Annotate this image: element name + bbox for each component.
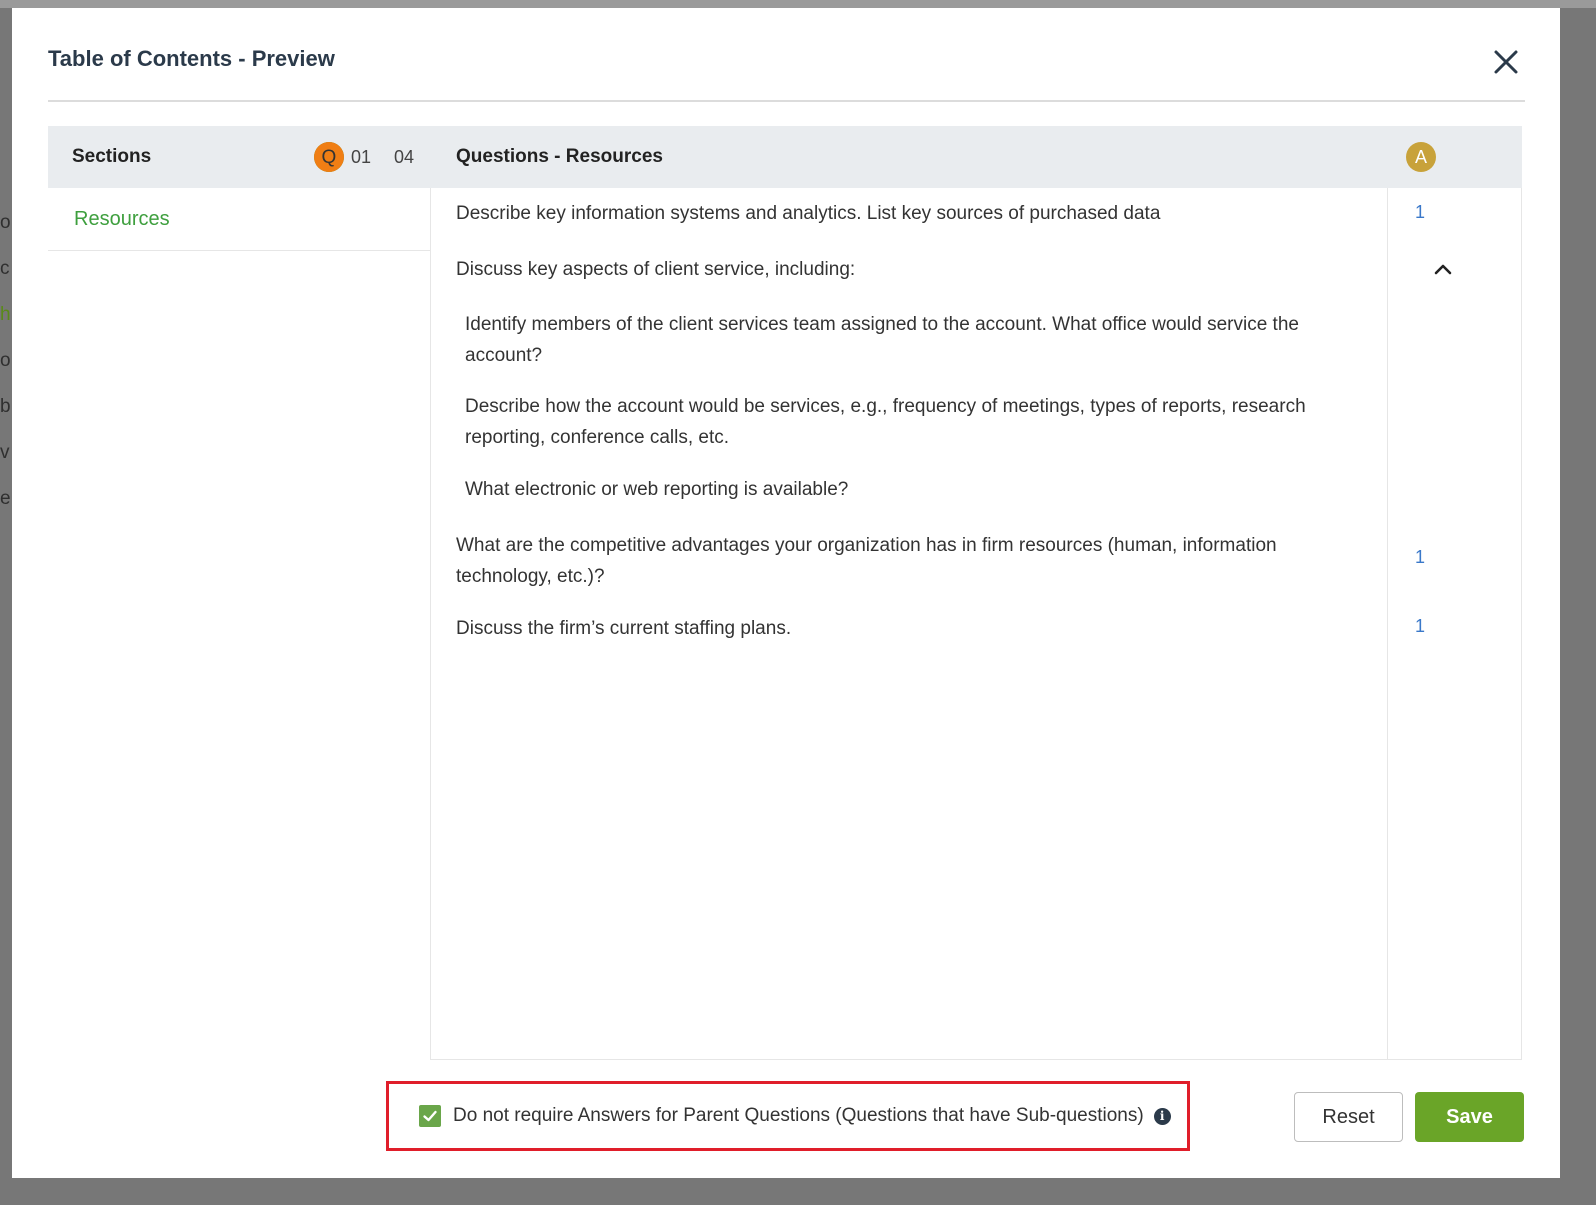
sections-header: Sections S 01 Q 04 (48, 126, 430, 188)
collapse-subquestions-button[interactable] (1431, 258, 1455, 282)
questions-title: Questions - Resources (456, 146, 663, 167)
info-icon[interactable]: i (1153, 1107, 1171, 1125)
questions-header: Questions - Resources A (430, 126, 1522, 188)
answer-count-link[interactable]: 1 (1415, 202, 1425, 223)
parent-answers-option-label: Do not require Answers for Parent Questi… (453, 1105, 1144, 1126)
questions-panel: Questions - Resources A Describe key inf… (430, 126, 1522, 1060)
background-sidebar: ochobve (0, 212, 11, 509)
toc-preview-modal: Table of Contents - Preview Sections S 0… (12, 8, 1560, 1178)
sub-question-item[interactable]: Identify members of the client services … (465, 309, 1345, 371)
question-item[interactable]: What are the competitive advantages your… (456, 530, 1336, 592)
save-button[interactable]: Save (1415, 1092, 1524, 1142)
reset-button[interactable]: Reset (1294, 1092, 1403, 1142)
sub-question-item[interactable]: What electronic or web reporting is avai… (465, 474, 1345, 505)
check-icon (423, 1110, 437, 1122)
answer-count-link[interactable]: 1 (1415, 547, 1425, 568)
chevron-up-icon (1434, 264, 1452, 275)
close-icon (1494, 50, 1518, 74)
section-count: 01 (350, 146, 371, 167)
answer-count-link[interactable]: 1 (1415, 616, 1425, 637)
question-item[interactable]: Discuss the firm’s current staffing plan… (456, 613, 1336, 644)
answers-column-divider (1387, 188, 1388, 1059)
question-item[interactable]: Describe key information systems and ana… (456, 198, 1336, 229)
title-divider (48, 100, 1525, 102)
parent-answers-checkbox[interactable] (419, 1105, 441, 1127)
background-toolbar (0, 0, 1596, 8)
sub-question-item[interactable]: Describe how the account would be servic… (465, 391, 1345, 453)
parent-question-item[interactable]: Discuss key aspects of client service, i… (456, 254, 1336, 285)
question-count: 04 (393, 146, 414, 167)
modal-title: Table of Contents - Preview (48, 46, 335, 71)
answers-column-badge: A (1406, 142, 1436, 172)
sections-counts: S 01 Q 04 (313, 142, 414, 172)
parent-answers-option: Do not require Answers for Parent Questi… (386, 1081, 1190, 1151)
question-count-badge: Q (313, 142, 344, 172)
close-button[interactable] (1490, 46, 1522, 78)
sections-title: Sections (72, 146, 152, 167)
section-item-resources[interactable]: Resources (48, 188, 430, 251)
sections-panel: Sections S 01 Q 04 Resources (48, 126, 430, 1060)
